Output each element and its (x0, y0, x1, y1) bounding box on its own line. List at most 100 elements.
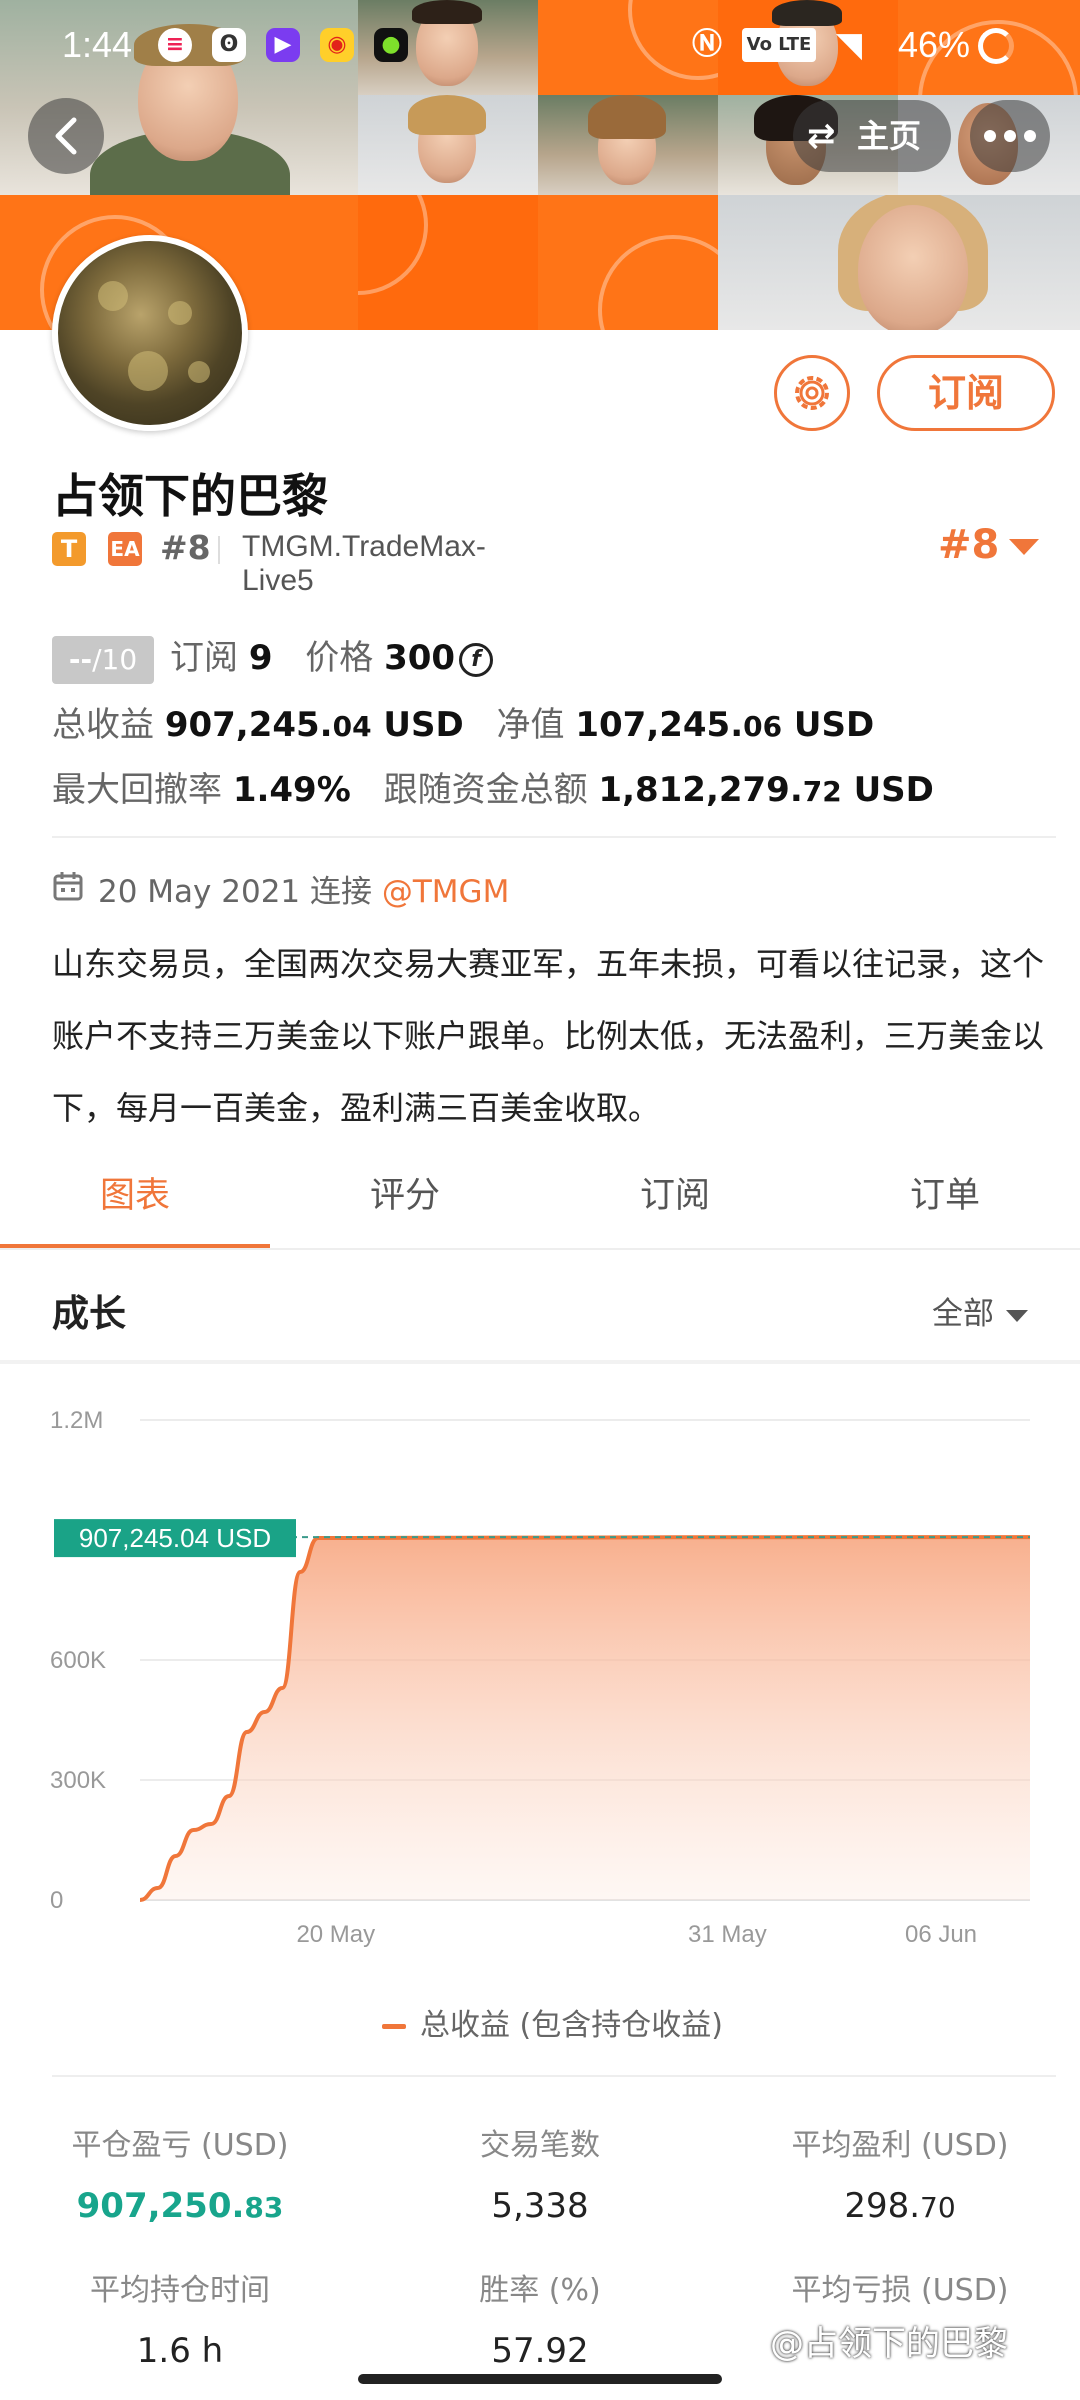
coin-icon: f (459, 642, 494, 677)
x-tick-label: 20 May (296, 1921, 375, 1948)
stat-label: 平均持仓时间 (90, 2273, 270, 2308)
home-button[interactable]: ⇄ 主页 (793, 100, 951, 172)
price-label: 价格 (305, 638, 374, 678)
stat-value: 907,250.83 (0, 2186, 360, 2226)
stat-cell: 平均持仓时间 1.6 h (0, 2265, 360, 2371)
y-tick-label: 600K (50, 1647, 106, 1674)
stat-label: 平仓盈亏 (USD) (71, 2128, 289, 2163)
follow-funds-int: 1,812,279. (598, 770, 803, 810)
gear-icon (795, 376, 829, 410)
net-value-label: 净值 (496, 705, 565, 745)
net-value-dec: 06 (743, 710, 783, 743)
video-app-icon: ▶ (266, 28, 300, 62)
divider (0, 1360, 1080, 1364)
metrics-row-2: 总收益 907,245.04 USD 净值 107,245.06 USD (52, 697, 874, 746)
server-name: TMGM.TradeMax-Live5 (242, 530, 486, 597)
price-value: 300 (384, 638, 456, 678)
avatar-texture (188, 361, 210, 383)
metrics-row-3: 最大回撤率 1.49% 跟随资金总额 1,812,279.72 USD (52, 762, 934, 811)
score-total: /10 (92, 642, 138, 676)
baidu-app-icon: ʘ (212, 28, 246, 62)
avatar-texture (168, 301, 192, 325)
swap-icon: ⇄ (807, 116, 836, 156)
avatar-texture (98, 281, 128, 311)
stat-value-dec: 83 (244, 2191, 284, 2224)
nfc-icon: Ⓝ (692, 27, 722, 62)
tab-chart[interactable]: 图表 (0, 1152, 270, 1250)
legend-swatch (382, 2024, 406, 2029)
status-bar: 1:44 ≡ ʘ ▶ ◉ ● Ⓝ Vo LTE ◥ 46% (0, 0, 1080, 90)
banner-photo-tile (538, 95, 718, 195)
max-drawdown-value: 1.49% (232, 770, 351, 810)
connection-date: 20 May 2021 (98, 874, 301, 910)
stat-label: 平均盈利 (USD) (791, 2128, 1009, 2163)
stat-value: 1.6 h (0, 2331, 360, 2371)
stat-cell: 胜率 (%) 57.92 (360, 2265, 720, 2371)
stat-value-int: 5,338 (491, 2186, 589, 2226)
max-drawdown-label: 最大回撤率 (52, 770, 222, 810)
banner-pattern-tile (358, 195, 538, 330)
subscribers-count: 9 (248, 638, 273, 678)
stat-value-dec: 70 (920, 2191, 956, 2224)
avatar-texture (128, 351, 168, 391)
y-tick-label: 1.2M (50, 1407, 103, 1434)
score-box: --/10 (52, 635, 154, 684)
chart-legend: 总收益 (包含持仓收益) (382, 2000, 723, 2044)
back-button[interactable] (28, 98, 104, 174)
y-tick-label: 300K (50, 1767, 106, 1794)
divider (52, 836, 1056, 838)
range-label: 全部 (932, 1296, 994, 1332)
more-dots-icon (984, 130, 996, 142)
score-main: -- (68, 642, 93, 676)
volte-icon: Vo LTE (742, 28, 816, 62)
badge-ea: EA (108, 532, 142, 566)
section-title: 成长 (52, 1292, 126, 1335)
avatar[interactable] (52, 235, 248, 431)
growth-chart[interactable]: 1.2M 600K 300K 0 20 May 31 May 06 Jun 907,245.0… (0, 1380, 1080, 1980)
more-dot (1004, 130, 1016, 142)
settings-button[interactable] (774, 355, 850, 431)
subscribe-button[interactable]: 订阅 (877, 355, 1055, 431)
more-dot (1024, 130, 1036, 142)
net-value-unit: USD (782, 705, 875, 745)
chevron-left-icon (55, 117, 77, 155)
battery-percent: 46% (898, 24, 971, 65)
stat-value-int: 1.6 h (136, 2331, 224, 2371)
stat-label: 胜率 (%) (479, 2273, 601, 2308)
rank-small: #8 (160, 528, 211, 567)
stat-cell: 平仓盈亏 (USD) 907,250.83 (0, 2120, 360, 2226)
x-tick-label: 06 Jun (905, 1921, 977, 1948)
home-button-label: 主页 (857, 117, 922, 155)
divider (52, 2075, 1056, 2077)
total-profit-int: 907,245. (164, 705, 333, 745)
profile-description: 山东交易员，全国两次交易大赛亚军，五年未损，可看以往记录，这个账户不支持三万美金… (52, 945, 1045, 1127)
stat-cell: 平均盈利 (USD) 298.70 (720, 2120, 1080, 2226)
subscribers-label: 订阅 (170, 638, 238, 678)
stat-value-int: 298. (844, 2186, 921, 2226)
stat-value-int: 907,250. (76, 2186, 245, 2226)
banner-photo-tile (358, 95, 538, 195)
weibo-app-icon: ◉ (320, 28, 354, 62)
follow-funds-dec: 72 (802, 775, 842, 808)
current-value-label: 907,245.04 USD (79, 1523, 271, 1553)
range-dropdown[interactable]: 全部 (932, 1288, 1028, 1333)
tab-subscription[interactable]: 订阅 (540, 1152, 810, 1250)
calendar-icon (53, 872, 83, 901)
stat-label: 平均亏损 (USD) (791, 2273, 1009, 2308)
follow-funds-label: 跟随资金总额 (383, 770, 588, 810)
total-profit-unit: USD (371, 705, 464, 745)
total-profit-dec: 04 (332, 710, 372, 743)
tab-rating[interactable]: 评分 (270, 1152, 540, 1250)
more-options-button[interactable] (970, 100, 1050, 172)
broker-link[interactable]: @TMGM (382, 874, 509, 910)
rank-dropdown[interactable]: #8 (938, 522, 1040, 568)
metrics-row-1: --/10 订阅 9 价格 300 f (52, 630, 494, 684)
tab-orders[interactable]: 订单 (810, 1152, 1080, 1250)
green-app-icon: ● (374, 28, 408, 62)
status-time: 1:44 (62, 24, 133, 65)
message-app-icon: ≡ (158, 28, 192, 62)
home-indicator[interactable] (358, 2374, 722, 2384)
x-tick-label: 31 May (688, 1921, 767, 1948)
divider (0, 1248, 1080, 1250)
series-area (140, 1537, 1030, 1900)
